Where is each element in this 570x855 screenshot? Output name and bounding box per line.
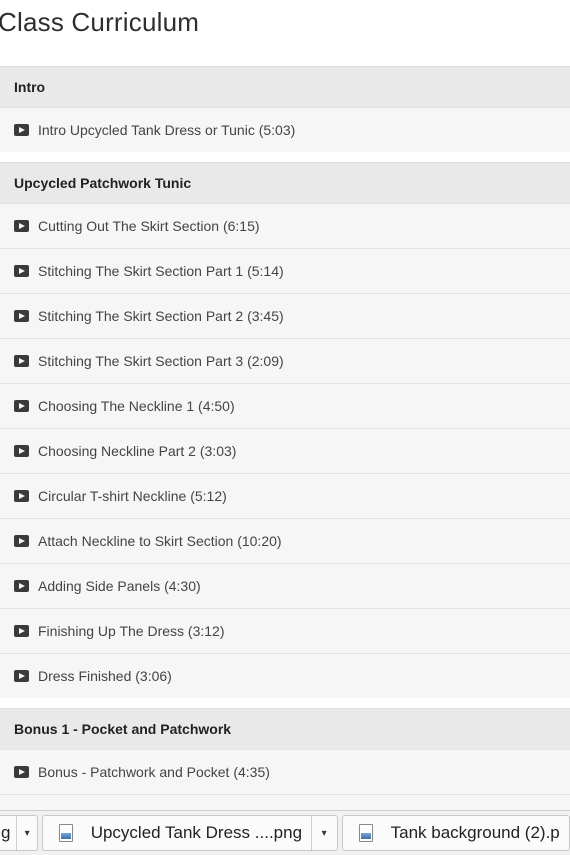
lecture-item[interactable]: Stitching The Skirt Section Part 2 (3:45… [0, 293, 570, 338]
lecture-item[interactable]: Dress Finished (3:06) [0, 653, 570, 698]
play-icon [14, 670, 29, 682]
lecture-title: Cutting Out The Skirt Section (6:15) [38, 218, 260, 234]
lecture-title: Bonus - Patchwork and Pocket (4:35) [38, 764, 270, 780]
play-icon [14, 766, 29, 778]
lecture-item[interactable]: Choosing Neckline Part 2 (3:03) [0, 428, 570, 473]
image-file-icon [358, 824, 373, 842]
download-item[interactable]: g ▾ [0, 815, 38, 851]
play-icon [14, 580, 29, 592]
play-icon [14, 355, 29, 367]
play-icon [14, 310, 29, 322]
lecture-title: Adding Side Panels (4:30) [38, 578, 201, 594]
section-header: Upcycled Patchwork Tunic [0, 162, 570, 203]
lecture-title: Dress Finished (3:06) [38, 668, 172, 684]
section-intro: Intro Intro Upcycled Tank Dress or Tunic… [0, 66, 570, 152]
lecture-item[interactable]: Finishing Up The Dress (3:12) [0, 608, 570, 653]
play-icon [14, 490, 29, 502]
lecture-title: Choosing Neckline Part 2 (3:03) [38, 443, 237, 459]
lecture-item[interactable]: Attach Neckline to Skirt Section (10:20) [0, 518, 570, 563]
lecture-item[interactable]: Adding Side Panels (4:30) [0, 563, 570, 608]
download-item[interactable]: Tank background (2).p [341, 815, 570, 851]
lecture-title: Attach Neckline to Skirt Section (10:20) [38, 533, 282, 549]
lecture-title: Stitching The Skirt Section Part 2 (3:45… [38, 308, 284, 324]
play-icon [14, 445, 29, 457]
lecture-item[interactable]: Stitching The Skirt Section Part 3 (2:09… [0, 338, 570, 383]
chevron-down-icon[interactable]: ▾ [310, 816, 337, 850]
section-header: Bonus 1 - Pocket and Patchwork [0, 708, 570, 749]
download-item[interactable]: Upcycled Tank Dress ....png ▾ [41, 815, 338, 851]
image-file-icon [58, 824, 73, 842]
play-icon [14, 535, 29, 547]
section-upcycled-patchwork-tunic: Upcycled Patchwork Tunic Cutting Out The… [0, 162, 570, 698]
lecture-title: Stitching The Skirt Section Part 1 (5:14… [38, 263, 284, 279]
chevron-down-icon[interactable]: ▾ [16, 816, 36, 850]
page-title: Class Curriculum [0, 7, 200, 37]
play-icon [14, 400, 29, 412]
download-bar: g ▾ Upcycled Tank Dress ....png ▾ Tank b… [0, 810, 570, 855]
download-filename: g [1, 823, 11, 842]
section-header: Intro [0, 66, 570, 107]
lecture-item[interactable]: Stitching The Skirt Section Part 1 (5:14… [0, 248, 570, 293]
lecture-item[interactable]: Choosing The Neckline 1 (4:50) [0, 383, 570, 428]
lecture-title: Stitching The Skirt Section Part 3 (2:09… [38, 353, 284, 369]
lecture-item[interactable]: Cutting Out The Skirt Section (6:15) [0, 203, 570, 248]
curriculum-list: Intro Intro Upcycled Tank Dress or Tunic… [0, 66, 570, 849]
play-icon [14, 124, 29, 136]
lecture-item[interactable]: Intro Upcycled Tank Dress or Tunic (5:03… [0, 107, 570, 152]
download-filename: Tank background (2).p [390, 823, 560, 842]
play-icon [14, 625, 29, 637]
lecture-title: Choosing The Neckline 1 (4:50) [38, 398, 235, 414]
lecture-item[interactable]: Circular T-shirt Neckline (5:12) [0, 473, 570, 518]
play-icon [14, 265, 29, 277]
lecture-title: Circular T-shirt Neckline (5:12) [38, 488, 227, 504]
download-filename: Upcycled Tank Dress ....png [90, 823, 303, 842]
play-icon [14, 220, 29, 232]
lecture-item[interactable]: Bonus - Patchwork and Pocket (4:35) [0, 749, 570, 794]
lecture-title: Finishing Up The Dress (3:12) [38, 623, 225, 639]
lecture-title: Intro Upcycled Tank Dress or Tunic (5:03… [38, 122, 296, 138]
